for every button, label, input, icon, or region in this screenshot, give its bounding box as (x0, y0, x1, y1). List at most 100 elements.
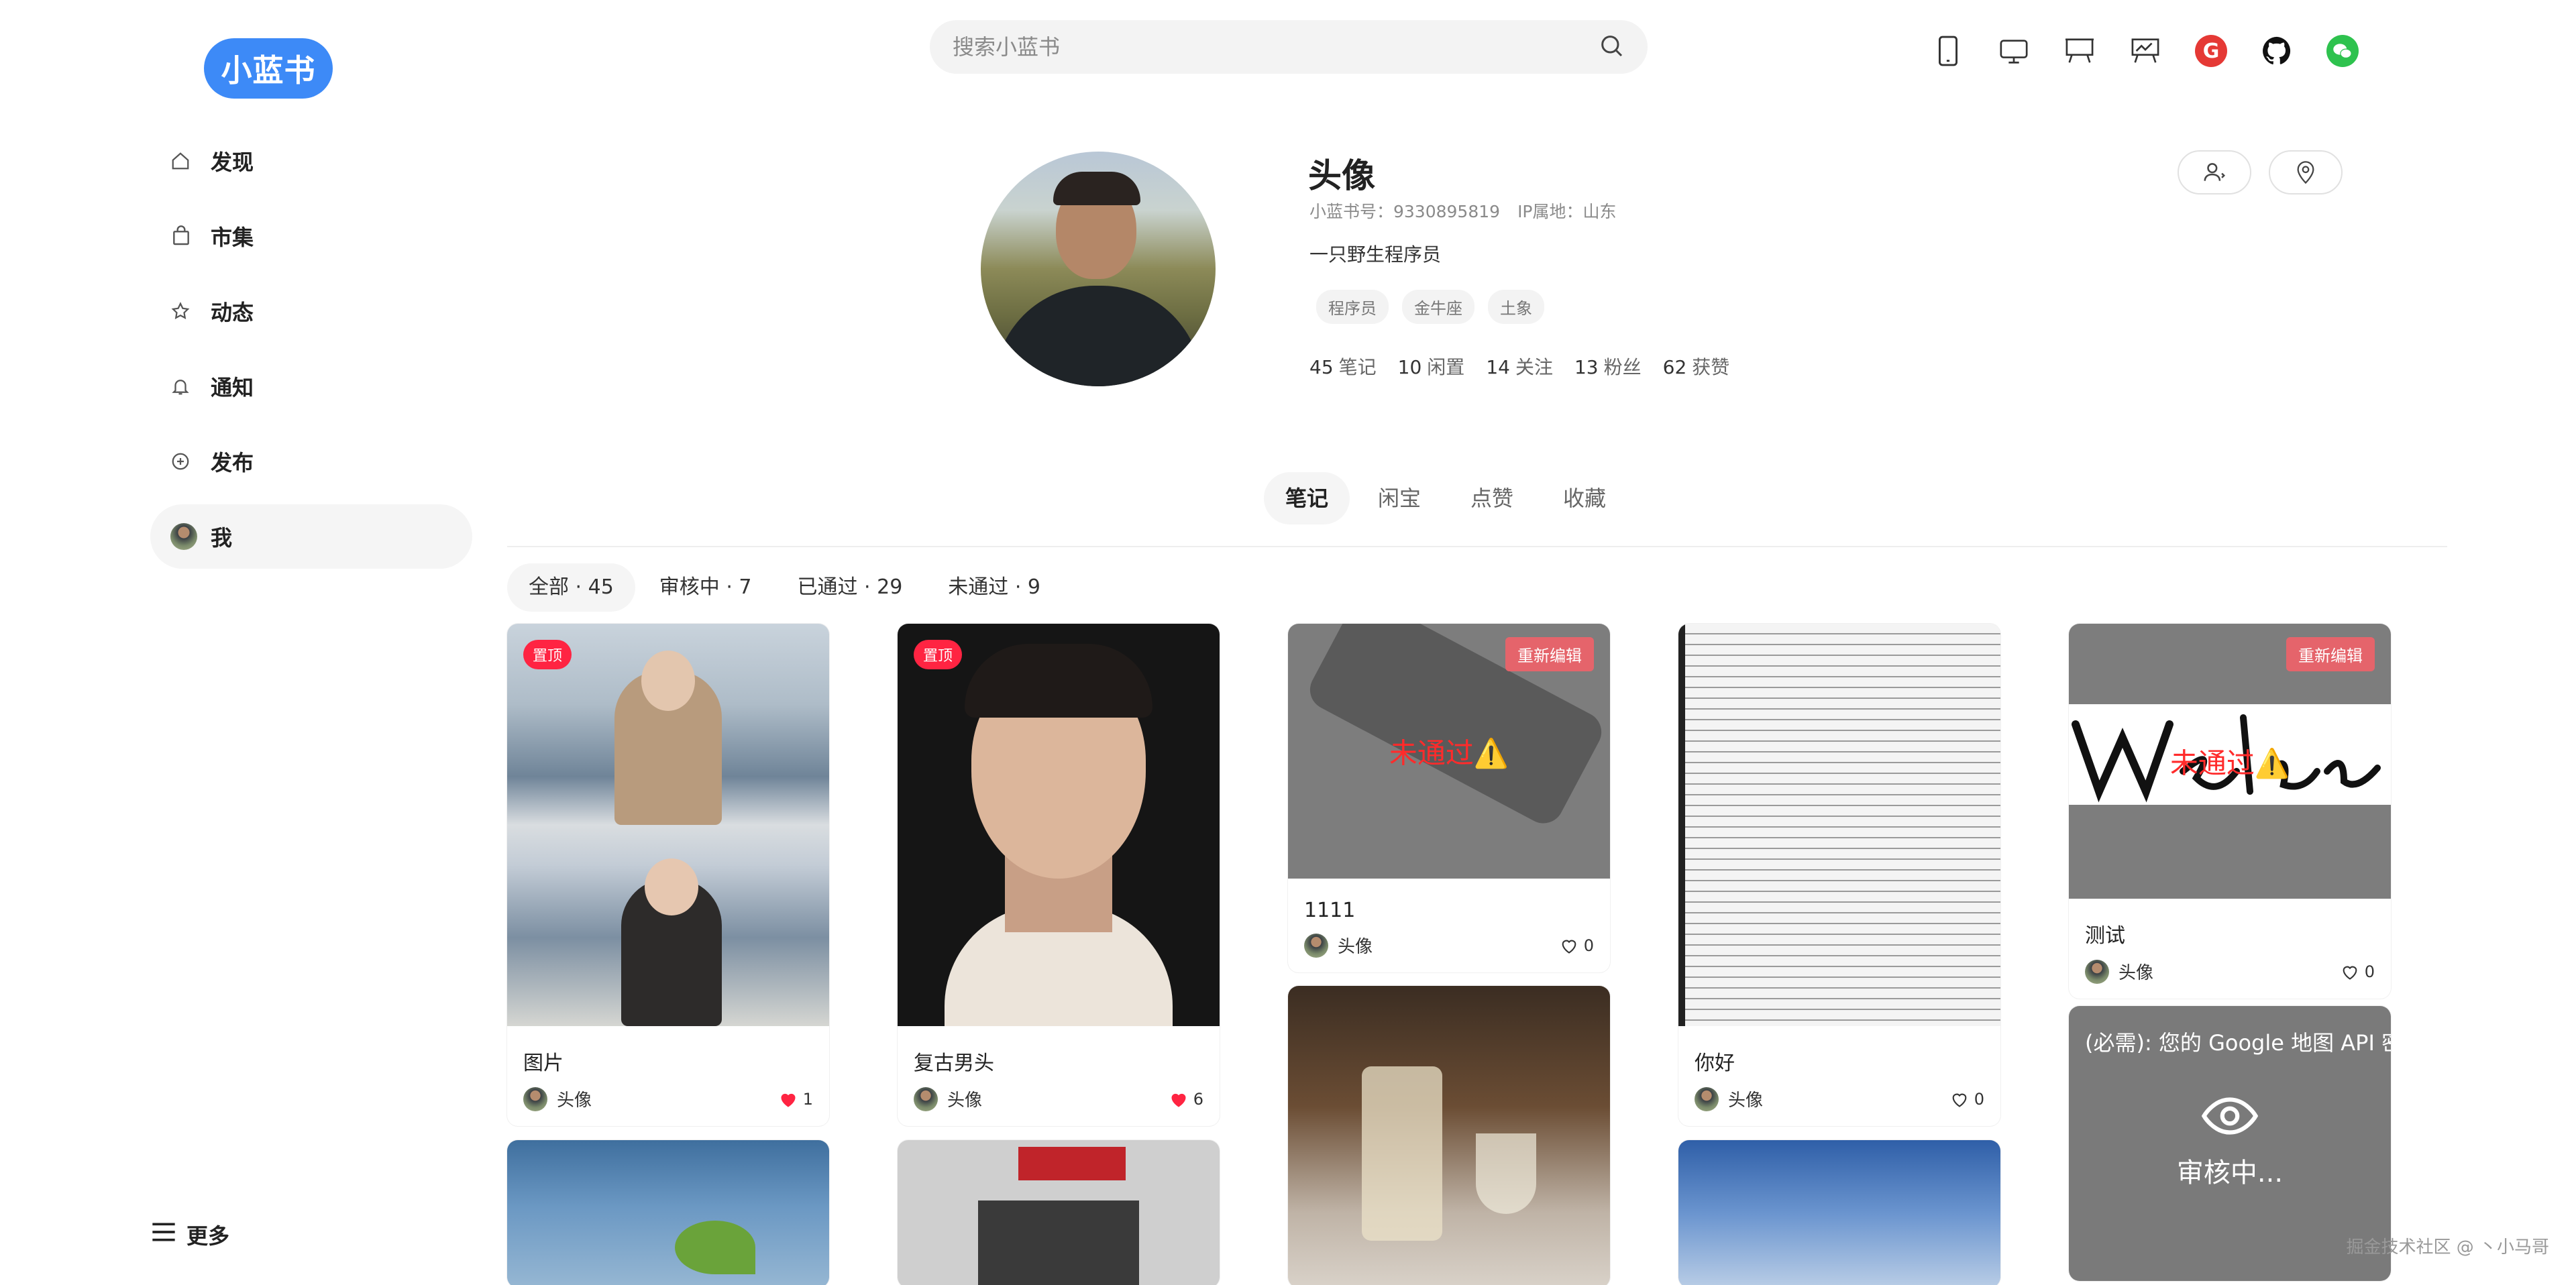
note-card[interactable] (1288, 986, 1610, 1285)
note-title: 测试 (2085, 924, 2125, 948)
sidebar-item-label: 发现 (211, 150, 254, 175)
sidebar-item-notifications[interactable]: 通知 (150, 354, 472, 418)
phone-icon[interactable] (1932, 35, 1964, 67)
note-cover-image (507, 1140, 829, 1285)
note-card[interactable]: 重新编辑 未通过⚠️ 1111 头像 0 (1288, 624, 1610, 972)
heart-icon (781, 1093, 796, 1107)
monitor-icon[interactable] (1998, 35, 2030, 67)
filter-reviewing[interactable]: 审核中 · 7 (638, 563, 773, 612)
note-cover-image: 重新编辑 未通过⚠️ (2069, 624, 2391, 899)
author-name[interactable]: 头像 (947, 1086, 982, 1111)
author-name[interactable]: 头像 (2118, 959, 2153, 984)
star-icon (170, 301, 211, 321)
sidebar-item-feed[interactable]: 动态 (150, 279, 472, 343)
stat-followers[interactable]: 13 粉丝 (1574, 353, 1642, 380)
stat-idle[interactable]: 10 闲置 (1398, 353, 1465, 380)
board-icon[interactable] (2063, 35, 2096, 67)
tab-idle[interactable]: 闲宝 (1356, 472, 1442, 524)
note-cover-image: 置顶 (898, 624, 1220, 1026)
avatar (523, 1086, 547, 1111)
note-card[interactable] (898, 1140, 1220, 1285)
sidebar-item-label: 通知 (211, 375, 254, 400)
re-edit-button[interactable]: 重新编辑 (1505, 637, 1594, 671)
rejected-status: 未通过⚠️ (2169, 746, 2290, 780)
plus-circle-icon (170, 451, 211, 471)
note-cover-image (1288, 986, 1610, 1285)
filter-rejected[interactable]: 未通过 · 9 (926, 563, 1062, 612)
profile-tag: 程序员 (1316, 290, 1389, 324)
filter-all[interactable]: 全部 · 45 (507, 563, 635, 612)
tab-liked[interactable]: 点赞 (1449, 472, 1535, 524)
note-cover-image: 重新编辑 未通过⚠️ (1288, 624, 1610, 879)
pinned-badge: 置顶 (523, 640, 572, 669)
note-card[interactable]: 置顶 图片 头像 1 (507, 624, 829, 1126)
filter-approved[interactable]: 已通过 · 29 (776, 563, 924, 612)
profile-name: 头像 (1308, 156, 1375, 195)
note-cover-image: (必需): 您的 Google 地图 API 密 审核中... (2069, 1006, 2391, 1281)
heart-outline-icon (1952, 1093, 1967, 1107)
note-card[interactable]: (必需): 您的 Google 地图 API 密 审核中... (2069, 1006, 2391, 1281)
menu-icon (150, 1221, 177, 1249)
like-button[interactable]: 0 (1560, 936, 1594, 955)
avatar (170, 523, 197, 550)
tab-favorites[interactable]: 收藏 (1542, 472, 1627, 524)
stat-likes[interactable]: 62 获赞 (1663, 353, 1730, 380)
like-button[interactable]: 0 (1950, 1090, 1984, 1109)
profile-tag: 土象 (1488, 290, 1544, 324)
location-pin-icon (2297, 161, 2314, 184)
note-cover-image (898, 1140, 1220, 1285)
sidebar-item-publish[interactable]: 发布 (150, 429, 472, 494)
like-button[interactable]: 0 (2341, 962, 2375, 981)
note-card[interactable]: 你好 头像 0 (1678, 624, 2000, 1126)
edit-profile-button[interactable] (2178, 150, 2251, 194)
sidebar-item-me[interactable]: 我 (150, 504, 472, 569)
sidebar-item-market[interactable]: 市集 (150, 204, 472, 268)
like-button[interactable]: 1 (779, 1090, 813, 1109)
note-cover-image: 置顶 (507, 624, 829, 1026)
more-menu-button[interactable]: 更多 (150, 1219, 229, 1250)
like-button[interactable]: 6 (1169, 1090, 1203, 1109)
profile-bio: 一只野生程序员 (1309, 243, 1442, 266)
note-title: 图片 (523, 1052, 564, 1075)
stat-following[interactable]: 14 关注 (1486, 353, 1553, 380)
divider (507, 546, 2447, 547)
note-card[interactable] (507, 1140, 829, 1285)
search-bar (930, 20, 1648, 74)
sidebar-item-label: 动态 (211, 300, 254, 325)
profile-tag: 金牛座 (1402, 290, 1474, 324)
note-cover-image (1678, 624, 2000, 1026)
note-title: 你好 (1695, 1052, 1735, 1075)
github-icon[interactable] (2261, 35, 2293, 67)
location-button[interactable] (2269, 150, 2343, 194)
review-status: 审核中... (2176, 1158, 2284, 1188)
avatar (914, 1086, 938, 1111)
author-name[interactable]: 头像 (1728, 1086, 1763, 1111)
tab-notes[interactable]: 笔记 (1264, 472, 1350, 524)
stat-notes[interactable]: 45 笔记 (1309, 353, 1377, 380)
author-name[interactable]: 头像 (557, 1086, 592, 1111)
avatar (1304, 933, 1328, 958)
heart-icon (1171, 1093, 1186, 1107)
chart-board-icon[interactable] (2129, 35, 2161, 67)
note-title: 1111 (1304, 899, 1356, 922)
search-icon[interactable] (1598, 32, 1625, 62)
wechat-icon[interactable] (2326, 35, 2359, 67)
app-logo[interactable]: 小蓝书 (204, 38, 333, 99)
rejected-status: 未通过⚠️ (1389, 736, 1509, 770)
sidebar-item-label: 发布 (211, 450, 254, 476)
user-id: 小蓝书号：9330895819 (1309, 202, 1501, 221)
re-edit-button[interactable]: 重新编辑 (2286, 637, 2375, 671)
author-name[interactable]: 头像 (1338, 933, 1373, 958)
avatar (1695, 1086, 1719, 1111)
note-card[interactable]: 重新编辑 未通过⚠️ 测试 头像 0 (2069, 624, 2391, 999)
user-icon (2204, 163, 2226, 181)
note-card[interactable]: 置顶 复古男头 头像 6 (898, 624, 1220, 1126)
error-text: (必需): 您的 Google 地图 API 密 (2085, 1030, 2391, 1056)
g-badge-icon[interactable]: G (2195, 35, 2227, 67)
profile-avatar[interactable] (981, 152, 1216, 386)
search-input[interactable] (953, 34, 1598, 60)
sidebar-item-discover[interactable]: 发现 (150, 129, 472, 193)
sidebar-item-label: 市集 (211, 225, 254, 250)
note-card[interactable] (1678, 1140, 2000, 1285)
watermark: 掘金技术社区 @ 丶小马哥 (2346, 1237, 2549, 1258)
